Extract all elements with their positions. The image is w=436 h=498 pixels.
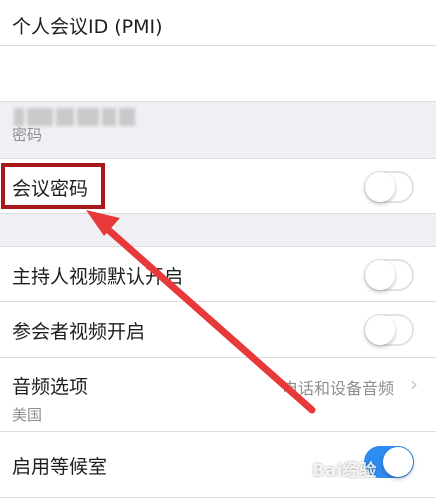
chevron-right-icon: › [410, 372, 418, 396]
pmi-row: 个人会议ID (PMI) [0, 0, 436, 46]
audio-options-label: 音频选项 [12, 376, 89, 398]
host-video-toggle[interactable] [364, 259, 414, 291]
pmi-value-row [0, 46, 436, 126]
participant-video-toggle[interactable] [364, 314, 414, 346]
participant-video-label: 参会者视频开启 [12, 321, 146, 343]
participant-video-row[interactable]: 参会者视频开启 [0, 302, 436, 358]
waiting-room-label: 启用等候室 [12, 456, 108, 478]
audio-options-value: 电话和设备音频 [281, 379, 394, 398]
audio-region: 美国 [12, 406, 43, 424]
baidu-watermark: Bai经验 [312, 461, 377, 481]
host-video-label: 主持人视频默认开启 [12, 266, 184, 288]
host-video-row[interactable]: 主持人视频默认开启 [0, 246, 436, 302]
password-section-header: 密码 [12, 126, 43, 144]
pmi-title: 个人会议ID (PMI) [12, 16, 163, 38]
meeting-password-toggle[interactable] [364, 171, 414, 203]
audio-options-row[interactable]: 音频选项 美国 电话和设备音频 › [0, 358, 436, 432]
highlight-box [1, 163, 105, 209]
